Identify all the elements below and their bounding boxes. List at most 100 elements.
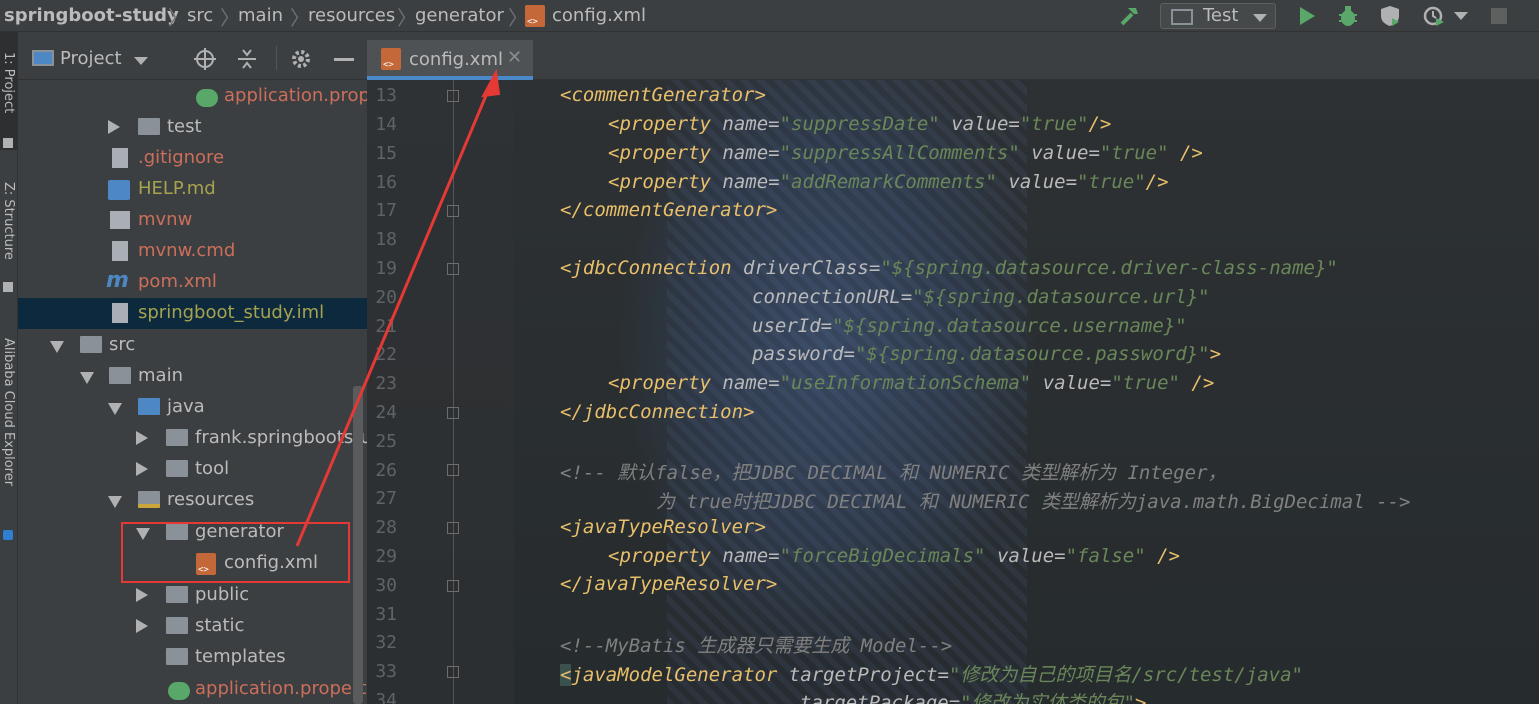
annotation-highlight-box: [121, 522, 350, 583]
tree-item-java[interactable]: java: [18, 392, 367, 423]
expand-arrow-icon[interactable]: [136, 431, 148, 445]
debug-bug-icon[interactable]: [1334, 3, 1362, 29]
fold-marker-icon[interactable]: [447, 580, 459, 592]
chevron-down-icon: [1253, 14, 1267, 22]
project-view-label[interactable]: Project: [60, 48, 122, 69]
minimize-icon[interactable]: [334, 58, 354, 61]
expand-arrow-icon[interactable]: [108, 120, 120, 134]
run-config-select[interactable]: Test: [1160, 3, 1276, 29]
tool-tab-alibaba-cloud-explorer[interactable]: Alibaba Cloud Explorer: [1, 338, 16, 486]
line-number: 22: [375, 344, 397, 365]
config-window-icon: [1171, 9, 1193, 25]
line-number: 32: [375, 632, 397, 653]
tool-tab-project[interactable]: 1: Project: [1, 52, 16, 113]
line-number: 29: [375, 546, 397, 567]
tree-item-main[interactable]: main: [18, 361, 367, 392]
code-line-13: <commentGenerator>: [560, 84, 766, 106]
line-number: 13: [375, 85, 397, 106]
tree-item-application-properties[interactable]: application.prope: [18, 81, 367, 112]
code-line-20: connectionURL="${spring.datasource.url}": [752, 286, 1210, 308]
breadcrumb-separator: 〉: [168, 6, 188, 30]
breadcrumb-separator: 〉: [290, 6, 310, 30]
tree-item-test[interactable]: test: [18, 112, 367, 143]
code-line-28: <javaTypeResolver>: [560, 516, 766, 538]
project-scrollbar[interactable]: [353, 386, 363, 704]
collapse-arrow-icon[interactable]: [80, 372, 94, 384]
code-line-24: </jdbcConnection>: [560, 401, 755, 423]
collapse-all-icon[interactable]: [236, 48, 258, 74]
code-line-19: <jdbcConnection driverClass="${spring.da…: [560, 257, 1338, 279]
breadcrumb-generator[interactable]: generator: [415, 5, 504, 26]
breadcrumb-project[interactable]: springboot-study: [4, 5, 179, 26]
tree-item-gitignore[interactable]: .gitignore: [18, 143, 367, 174]
tree-item-templates[interactable]: templates: [18, 642, 367, 673]
tree-item-static[interactable]: static: [18, 611, 367, 642]
tree-item-springboot-study-iml[interactable]: springboot_study.iml: [18, 298, 367, 329]
folder-icon: [109, 367, 131, 384]
folder-icon: [166, 586, 188, 603]
chevron-down-icon[interactable]: [1452, 3, 1470, 29]
fold-marker-icon[interactable]: [447, 90, 459, 102]
close-icon[interactable]: ✕: [507, 47, 522, 68]
expand-arrow-icon[interactable]: [136, 588, 148, 602]
line-number: 19: [375, 258, 397, 279]
expand-arrow-icon[interactable]: [136, 462, 148, 476]
line-number: 24: [375, 402, 397, 423]
line-number: 15: [375, 143, 397, 164]
code-line-30: </javaTypeResolver>: [560, 573, 778, 595]
stop-icon[interactable]: [1488, 3, 1510, 29]
breadcrumb-file[interactable]: config.xml: [552, 5, 646, 26]
line-number: 28: [375, 517, 397, 538]
tree-item-label: templates: [195, 646, 286, 667]
fold-marker-icon[interactable]: [447, 464, 459, 476]
tree-item-src[interactable]: src: [18, 330, 367, 361]
fold-marker-icon[interactable]: [447, 205, 459, 217]
profile-clock-icon[interactable]: [1420, 3, 1448, 29]
fold-marker-icon[interactable]: [447, 407, 459, 419]
tree-item-public[interactable]: public: [18, 580, 367, 611]
chevron-down-icon[interactable]: [134, 57, 148, 65]
collapse-arrow-icon[interactable]: [50, 341, 64, 353]
project-view-icon: [32, 50, 54, 66]
shell-file-icon: [110, 211, 130, 229]
maven-icon: m: [106, 268, 129, 293]
breadcrumb-resources[interactable]: resources: [308, 5, 395, 26]
collapse-arrow-icon[interactable]: [108, 403, 122, 415]
tree-item-tool[interactable]: tool: [18, 454, 367, 485]
tree-item-pom-xml[interactable]: m pom.xml: [18, 267, 367, 298]
code-editor[interactable]: 13 14 15 16 17 18 19 20 21 22 23 24 25 2…: [367, 80, 1539, 704]
fold-marker-icon[interactable]: [447, 522, 459, 534]
tool-tab-structure[interactable]: Z: Structure: [1, 182, 16, 260]
line-number: 20: [375, 287, 397, 308]
folder-icon: [80, 336, 102, 353]
breadcrumb-main[interactable]: main: [238, 5, 283, 26]
fold-marker-icon[interactable]: [447, 263, 459, 275]
expand-arrow-icon[interactable]: [136, 619, 148, 633]
project-panel: Project application.prope test .gitignor…: [18, 32, 367, 704]
run-icon[interactable]: [1294, 3, 1320, 29]
tree-item-label: pom.xml: [138, 271, 217, 292]
line-number: 34: [375, 690, 397, 704]
package-icon: [166, 429, 188, 446]
tree-item-mvnw[interactable]: mvnw: [18, 205, 367, 236]
tab-config-xml[interactable]: config.xml ✕: [367, 40, 533, 80]
locate-crosshair-icon[interactable]: [194, 48, 216, 74]
tree-item-label: .gitignore: [138, 147, 225, 168]
line-number: 30: [375, 575, 397, 596]
tree-item-help-md[interactable]: HELP.md: [18, 174, 367, 205]
tree-item-resources[interactable]: resources: [18, 485, 367, 516]
coverage-shield-icon[interactable]: [1376, 3, 1404, 29]
build-hammer-icon[interactable]: [1116, 3, 1144, 29]
project-tool-icon: [3, 138, 13, 148]
line-number: 27: [375, 488, 397, 509]
collapse-arrow-icon[interactable]: [108, 496, 122, 508]
tree-item-package[interactable]: frank.springbootstuc: [18, 423, 367, 454]
tree-item-label: resources: [167, 489, 255, 510]
tree-item-application-properties-2[interactable]: application.propertie: [18, 674, 367, 704]
breadcrumb-src[interactable]: src: [187, 5, 213, 26]
tree-item-mvnw-cmd[interactable]: mvnw.cmd: [18, 236, 367, 267]
gear-icon[interactable]: [290, 48, 312, 74]
fold-marker-icon[interactable]: [447, 666, 459, 678]
navigation-bar: springboot-study 〉 src 〉 main 〉 resource…: [0, 0, 1539, 32]
line-number: 31: [375, 604, 397, 625]
